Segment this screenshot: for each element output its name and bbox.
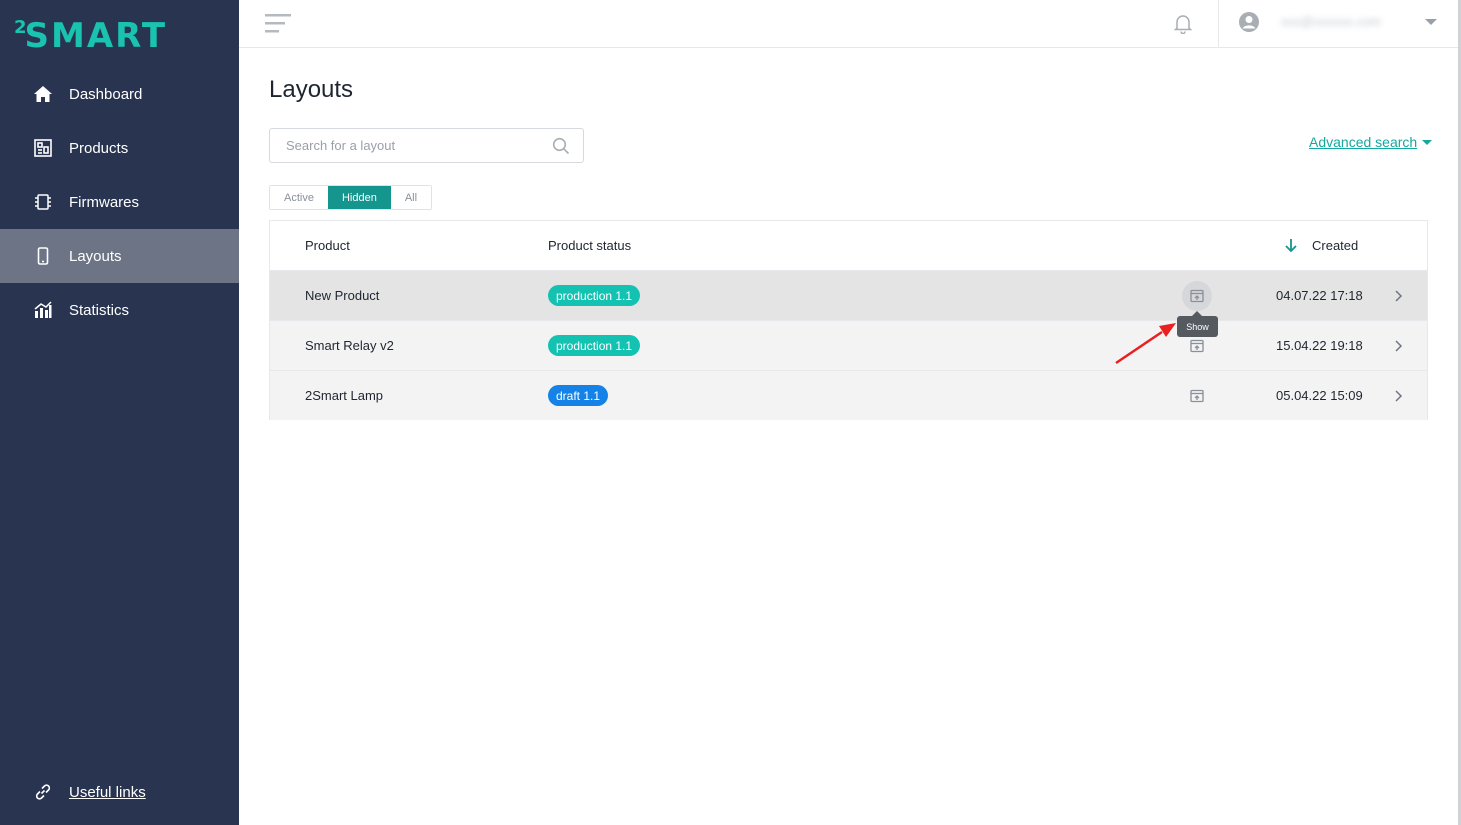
home-icon [33, 84, 53, 104]
sidebar: 2SMART Dashboard Products Firmwares Layo… [0, 0, 239, 825]
show-layout-button[interactable] [1182, 281, 1212, 311]
sort-descending-arrow-icon[interactable] [1283, 237, 1299, 253]
status-badge: draft 1.1 [548, 385, 609, 406]
filter-tab-active[interactable]: Active [270, 186, 328, 209]
table-row[interactable]: New Product production 1.1 04.07.22 17:1… [270, 270, 1427, 320]
created-date: 15.04.22 19:18 [1276, 338, 1363, 353]
sidebar-nav: Dashboard Products Firmwares Layouts Sta… [0, 67, 239, 337]
annotation-arrow-icon [1115, 323, 1176, 365]
user-menu-chevron-down-icon[interactable] [1425, 19, 1437, 25]
sidebar-item-label: Dashboard [69, 85, 143, 103]
table-row[interactable]: 2Smart Lamp draft 1.1 05.04.22 15:09 [270, 370, 1427, 420]
column-header-product[interactable]: Product [305, 238, 350, 253]
unarchive-icon [1190, 389, 1204, 403]
advanced-search-label: Advanced search [1309, 134, 1418, 150]
bar-chart-icon [33, 300, 53, 320]
sidebar-item-firmwares[interactable]: Firmwares [0, 175, 239, 229]
sidebar-item-label: Layouts [69, 247, 122, 265]
status-badge: production 1.1 [548, 285, 641, 306]
filter-tab-all[interactable]: All [390, 186, 432, 209]
show-tooltip: Show [1177, 316, 1218, 337]
chevron-right-icon[interactable] [1392, 388, 1406, 404]
created-date: 04.07.22 17:18 [1276, 288, 1363, 303]
menu-toggle-icon[interactable] [265, 13, 293, 35]
column-header-status[interactable]: Product status [548, 238, 631, 253]
chevron-right-icon[interactable] [1392, 288, 1406, 304]
caret-down-icon [1422, 139, 1433, 145]
sidebar-item-label: Firmwares [69, 193, 139, 211]
layouts-table: Product Product status Created New Produ… [269, 220, 1428, 420]
unarchive-icon [1190, 339, 1204, 353]
sidebar-item-products[interactable]: Products [0, 121, 239, 175]
user-email[interactable]: xxx@xxxxxx.com [1281, 14, 1381, 29]
column-header-created[interactable]: Created [1312, 238, 1358, 253]
search-box [269, 128, 584, 163]
created-date: 05.04.22 15:09 [1276, 388, 1363, 403]
table-header: Product Product status Created [270, 221, 1427, 270]
sidebar-item-label: Products [69, 139, 129, 157]
show-layout-button[interactable] [1182, 381, 1212, 411]
page-title: Layouts [269, 76, 354, 103]
chevron-right-icon[interactable] [1392, 338, 1406, 354]
link-icon [33, 782, 53, 802]
sidebar-item-statistics[interactable]: Statistics [0, 283, 239, 337]
topbar-divider [1218, 0, 1219, 47]
useful-links-label: Useful links [69, 783, 146, 801]
advanced-search-link[interactable]: Advanced search [1309, 134, 1433, 150]
table-row[interactable]: Smart Relay v2 production 1.1 15.04.22 1… [270, 320, 1427, 370]
topbar: xxx@xxxxxx.com [239, 0, 1458, 48]
product-name: 2Smart Lamp [305, 388, 384, 403]
chip-icon [33, 192, 53, 212]
sidebar-item-dashboard[interactable]: Dashboard [0, 67, 239, 121]
search-input[interactable] [286, 129, 546, 162]
search-icon[interactable] [552, 137, 570, 155]
products-icon [33, 138, 53, 158]
product-name: New Product [305, 288, 380, 303]
unarchive-icon [1190, 289, 1204, 303]
user-avatar-icon[interactable] [1238, 11, 1260, 33]
sidebar-item-label: Statistics [69, 301, 130, 319]
notifications-bell-icon[interactable] [1172, 12, 1194, 35]
product-name: Smart Relay v2 [305, 338, 394, 353]
filter-tab-hidden[interactable]: Hidden [327, 186, 391, 209]
sidebar-item-layouts[interactable]: Layouts [0, 229, 239, 283]
app-logo[interactable]: 2SMART [14, 8, 167, 56]
visibility-filter-tabs: Active Hidden All [269, 185, 433, 210]
useful-links[interactable]: Useful links [33, 782, 146, 802]
status-badge: production 1.1 [548, 335, 641, 356]
phone-icon [33, 246, 53, 266]
app-logo-text: 2SMART [14, 16, 168, 56]
